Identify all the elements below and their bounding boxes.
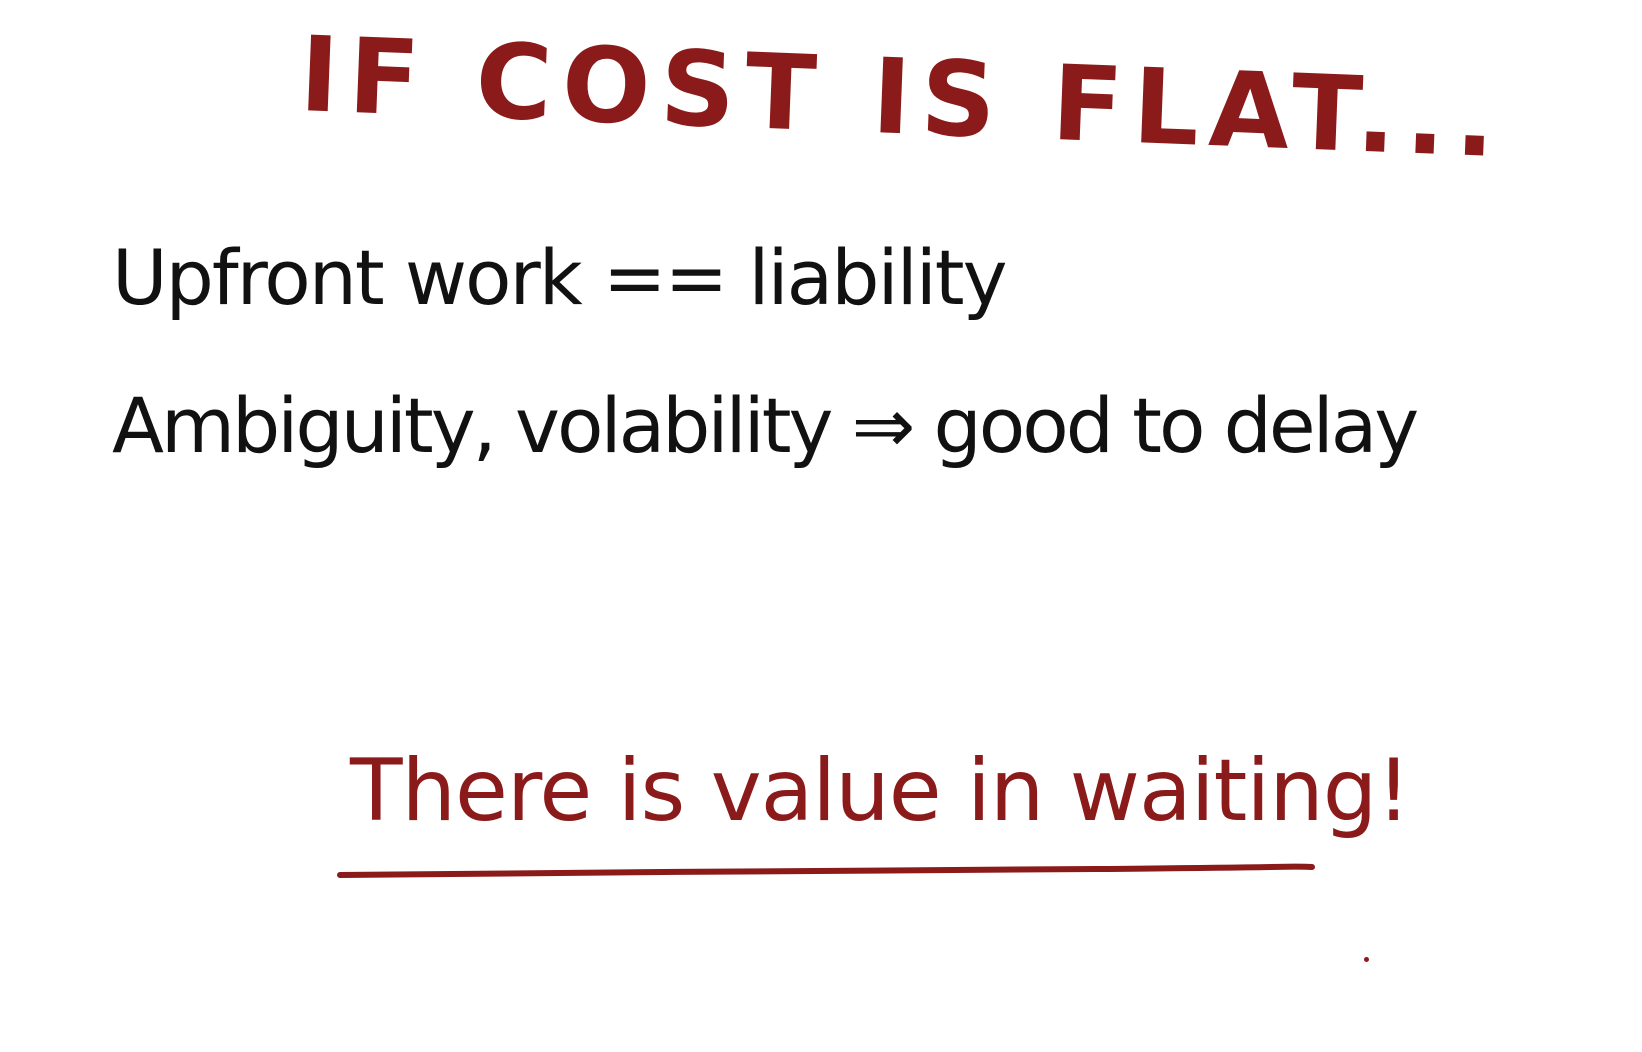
statement-ambiguity: Ambiguity, volability ⇒ good to delay: [112, 381, 1419, 470]
underline-stroke: [337, 863, 1315, 878]
conclusion-underline: [337, 863, 1315, 878]
whiteboard-slide: IF COST IS FLAT... Upfront work == liabi…: [0, 0, 1642, 1052]
marker-dot: [1364, 957, 1369, 962]
slide-title: IF COST IS FLAT...: [297, 13, 1508, 182]
statement-upfront-work: Upfront work == liability: [112, 233, 1008, 322]
conclusion-text: There is value in waiting!: [350, 741, 1411, 841]
